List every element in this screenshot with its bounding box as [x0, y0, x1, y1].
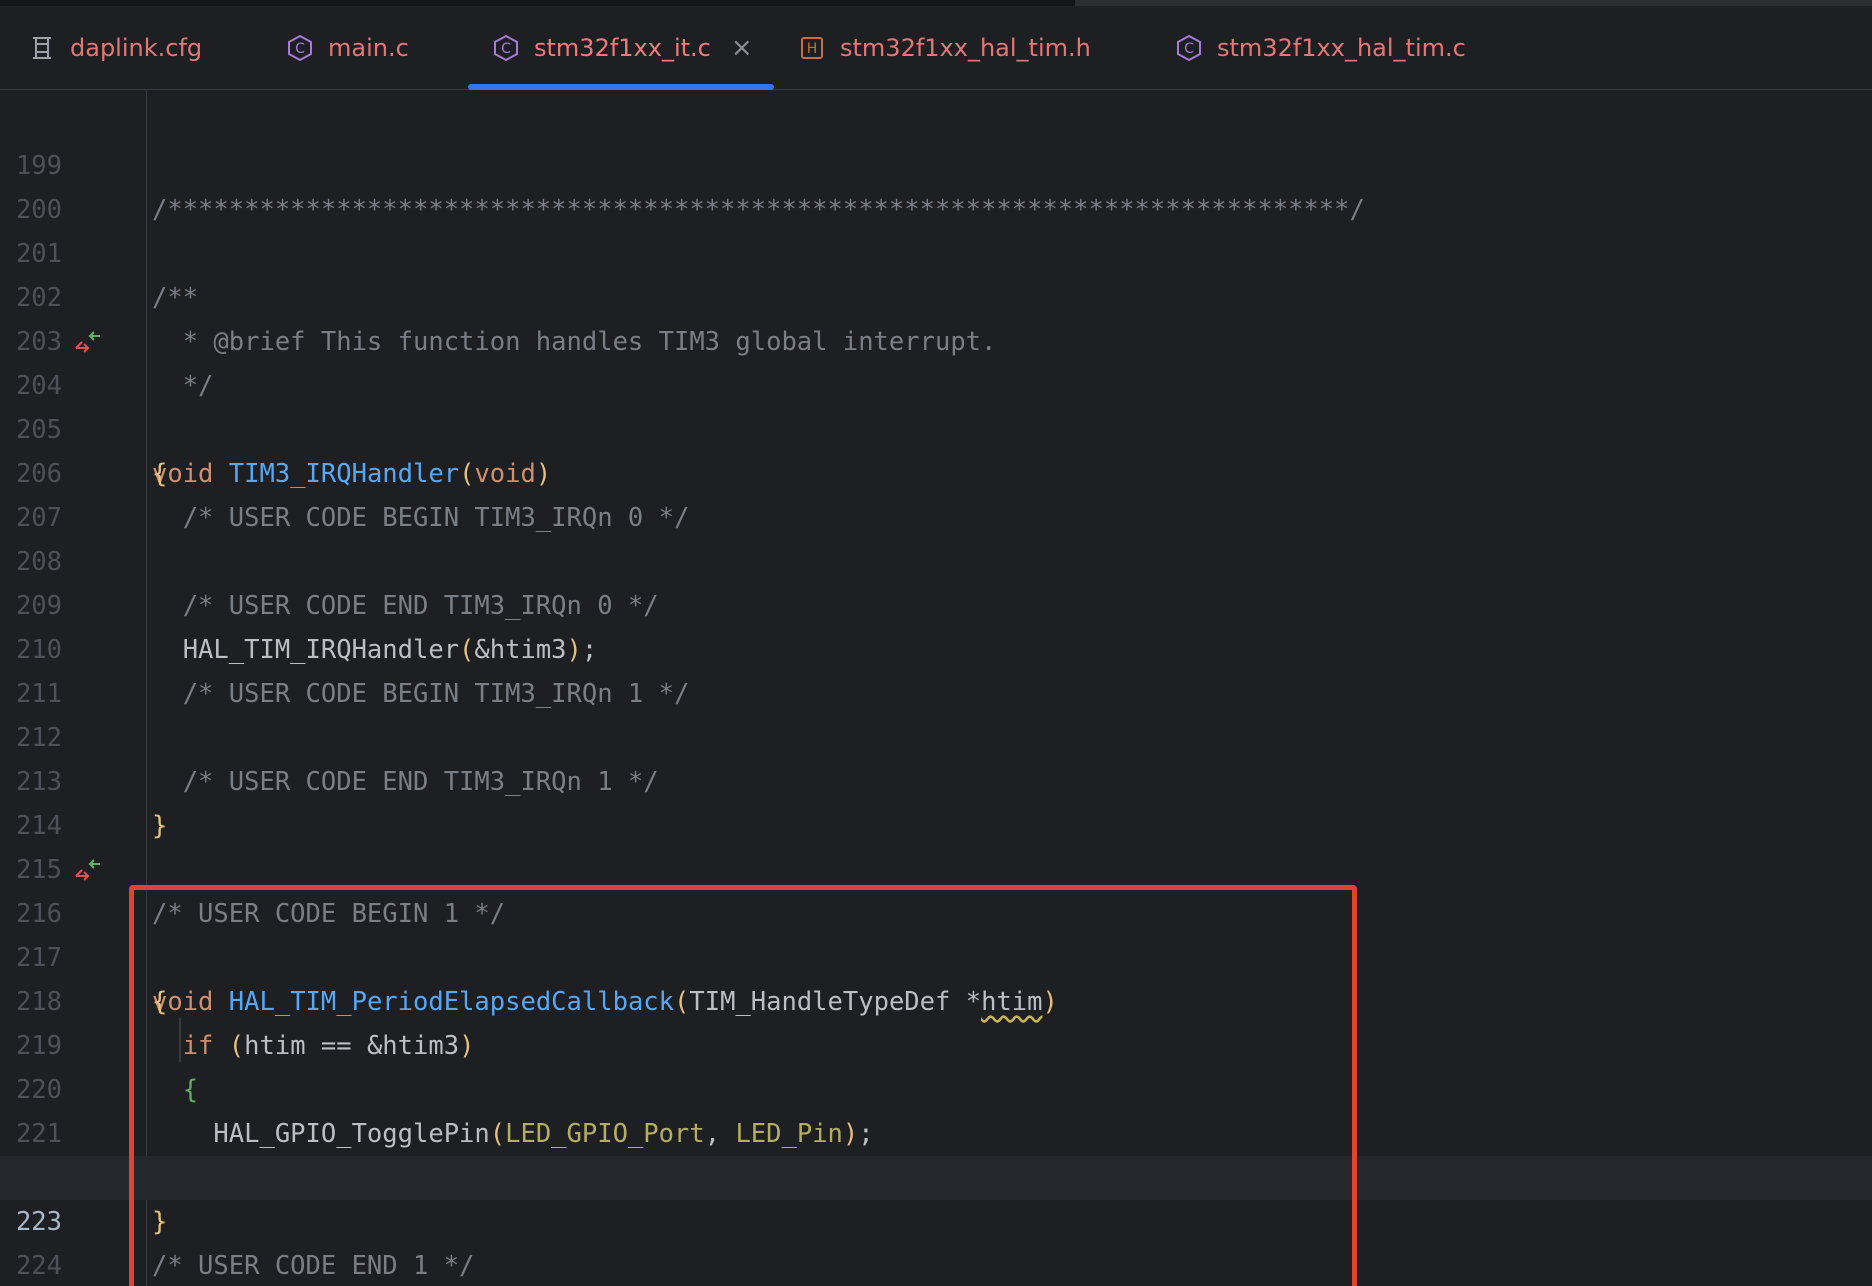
- implementation-navigate-icon[interactable]: [72, 328, 104, 358]
- c-file-icon: C: [288, 34, 312, 61]
- code-line[interactable]: 221 }: [0, 1068, 1872, 1193]
- svg-text:H: H: [807, 41, 818, 57]
- code-line[interactable]: 208 /* USER CODE END TIM3_IRQn 0 */: [0, 496, 1872, 621]
- code-line[interactable]: 216 void HAL_TIM_PeriodElapsedCallback(T…: [0, 848, 1872, 1017]
- code-line[interactable]: 204 void TIM3_IRQHandler(void): [0, 320, 1872, 489]
- code-line[interactable]: 218 if (htim == &htim3): [0, 936, 1872, 1061]
- tab-label: stm32f1xx_hal_tim.c: [1217, 33, 1466, 62]
- tab-label: daplink.cfg: [70, 33, 203, 62]
- code-line[interactable]: 215 /* USER CODE BEGIN 1 */: [0, 804, 1872, 929]
- svg-text:C: C: [501, 41, 511, 57]
- code-line-current[interactable]: 223 /* USER CODE END 1 */: [0, 1156, 1872, 1281]
- code-line[interactable]: 217 {: [0, 892, 1872, 1017]
- code-line[interactable]: 206 /* USER CODE BEGIN TIM3_IRQn 0 */: [0, 408, 1872, 533]
- code-line[interactable]: 210 /* USER CODE BEGIN TIM3_IRQn 1 */: [0, 584, 1872, 709]
- code-line[interactable]: 214: [0, 760, 1872, 841]
- code-line[interactable]: 213 }: [0, 716, 1872, 841]
- code-text: /* USER CODE END 1 */: [152, 1251, 475, 1281]
- tab-stm32f1xx-it-c[interactable]: C stm32f1xx_it.c ×: [468, 6, 774, 90]
- tab-label: stm32f1xx_it.c: [534, 33, 711, 62]
- code-line[interactable]: 202 * @brief This function handles TIM3 …: [0, 232, 1872, 357]
- implementation-navigate-icon[interactable]: [72, 856, 104, 886]
- code-line[interactable]: 219 {: [0, 980, 1872, 1105]
- tab-stm32f1xx-hal-tim-c[interactable]: C stm32f1xx_hal_tim.c: [1175, 6, 1466, 89]
- code-line[interactable]: 203 */: [0, 276, 1872, 401]
- code-line[interactable]: 211: [0, 628, 1872, 709]
- code-editor[interactable]: 199 /***********************************…: [0, 90, 1872, 1286]
- code-line[interactable]: 212 /* USER CODE END TIM3_IRQn 1 */: [0, 672, 1872, 797]
- code-line[interactable]: 220 HAL_GPIO_TogglePin(LED_GPIO_Port, LE…: [0, 1024, 1872, 1149]
- config-file-icon: [33, 36, 51, 59]
- close-icon[interactable]: ×: [731, 33, 753, 63]
- code-line[interactable]: 200: [0, 144, 1872, 225]
- code-line[interactable]: 209 HAL_TIM_IRQHandler(&htim3);: [0, 540, 1872, 665]
- code-line[interactable]: 224: [0, 1200, 1872, 1281]
- c-file-icon: C: [494, 34, 518, 61]
- code-line[interactable]: 205 {: [0, 364, 1872, 489]
- code-line[interactable]: 207: [0, 452, 1872, 533]
- c-file-icon: C: [1177, 34, 1201, 61]
- tab-main-c[interactable]: C main.c: [286, 6, 409, 89]
- svg-text:C: C: [295, 41, 305, 57]
- line-number: 224: [15, 1251, 62, 1281]
- tab-stm32f1xx-hal-tim-h[interactable]: H stm32f1xx_hal_tim.h: [798, 6, 1091, 89]
- tab-label: main.c: [328, 33, 409, 62]
- tab-daplink-cfg[interactable]: daplink.cfg: [28, 6, 202, 89]
- code-line[interactable]: 201 /**: [0, 188, 1872, 313]
- code-line[interactable]: 222 }: [0, 1112, 1872, 1237]
- tab-label: stm32f1xx_hal_tim.h: [840, 33, 1091, 62]
- svg-text:C: C: [1184, 41, 1194, 57]
- code-line[interactable]: 199 /***********************************…: [0, 100, 1872, 225]
- header-file-icon: H: [801, 36, 823, 59]
- editor-tab-bar: daplink.cfg C main.c C stm32f1xx_it.c × …: [0, 6, 1872, 90]
